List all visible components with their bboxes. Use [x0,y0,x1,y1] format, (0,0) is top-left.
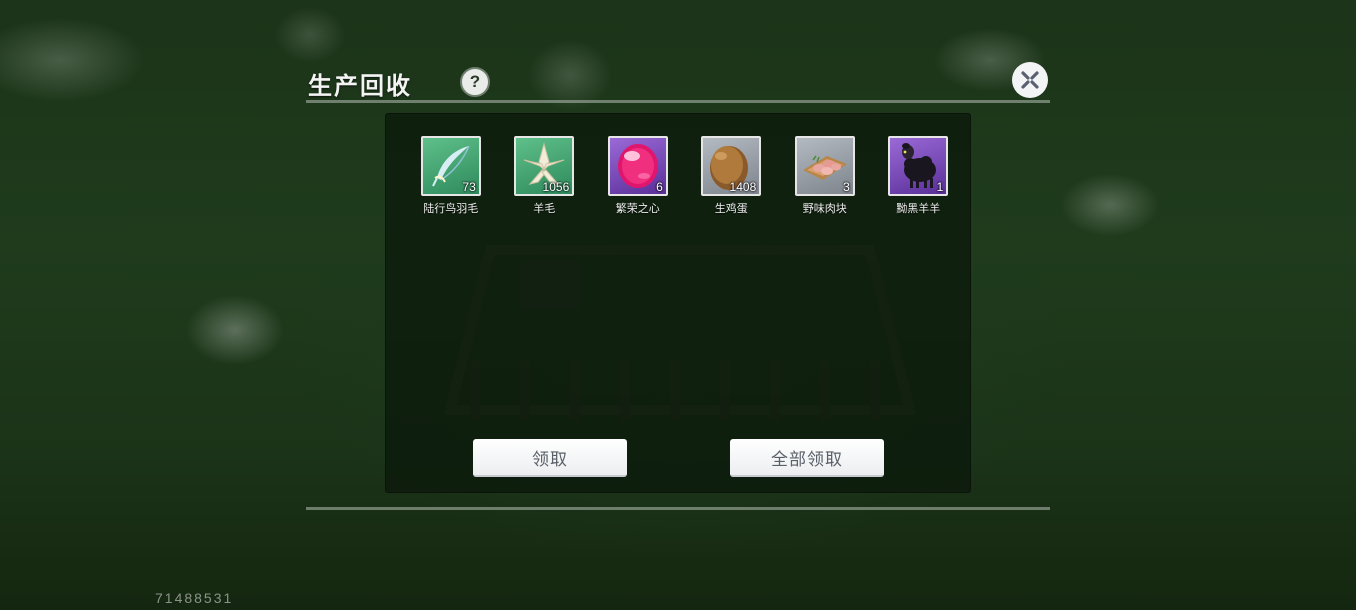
item-count: 73 [462,180,476,194]
item-count: 1056 [542,180,570,194]
claim-button[interactable]: 领取 [473,439,627,477]
dialog-title: 生产回收 [308,72,412,100]
item-chocobo-feather[interactable]: 73 陆行鸟羽毛 [404,136,498,216]
footer-divider [306,507,1050,510]
close-icon [1021,71,1039,89]
claim-all-button[interactable]: 全部领取 [730,439,884,477]
dialog-header: 生产回收 ? [306,60,1050,102]
game-background: 生产回收 ? 73 陆行鸟羽毛 1056 羊毛 6 繁荣之心 1408 生鸡蛋 … [0,0,1356,610]
item-count: 1408 [729,180,757,194]
item-game-meat[interactable]: 3 野味肉块 [778,136,872,216]
recycle-panel: 73 陆行鸟羽毛 1056 羊毛 6 繁荣之心 1408 生鸡蛋 3 野味肉块 … [385,113,971,493]
item-name: 羊毛 [533,202,556,215]
close-button[interactable] [1012,62,1048,98]
item-slot[interactable]: 1408 [701,136,762,196]
item-wool[interactable]: 1056 羊毛 [498,136,592,216]
header-divider [306,100,1050,103]
item-slot[interactable]: 6 [607,136,668,196]
item-raw-egg[interactable]: 1408 生鸡蛋 [685,136,779,216]
item-count: 3 [843,180,850,194]
item-slot[interactable]: 3 [794,136,855,196]
item-name: 生鸡蛋 [714,202,748,215]
item-name: 黝黑羊羊 [896,202,941,215]
item-list: 73 陆行鸟羽毛 1056 羊毛 6 繁荣之心 1408 生鸡蛋 3 野味肉块 … [404,136,965,216]
help-button[interactable]: ? [460,67,490,97]
item-name: 繁荣之心 [615,202,660,215]
item-name: 野味肉块 [802,202,847,215]
question-mark-icon: ? [469,72,481,91]
item-count: 1 [936,180,944,194]
item-slot[interactable]: 1 [888,136,949,196]
item-black-sheep[interactable]: 1 黝黑羊羊 [872,136,966,216]
item-prosperity-heart[interactable]: 6 繁荣之心 [591,136,685,216]
item-slot[interactable]: 1056 [514,136,575,196]
item-slot[interactable]: 73 [420,136,481,196]
item-count: 6 [656,180,663,194]
item-name: 陆行鸟羽毛 [423,202,479,215]
player-uid: 71488531 [155,590,234,606]
